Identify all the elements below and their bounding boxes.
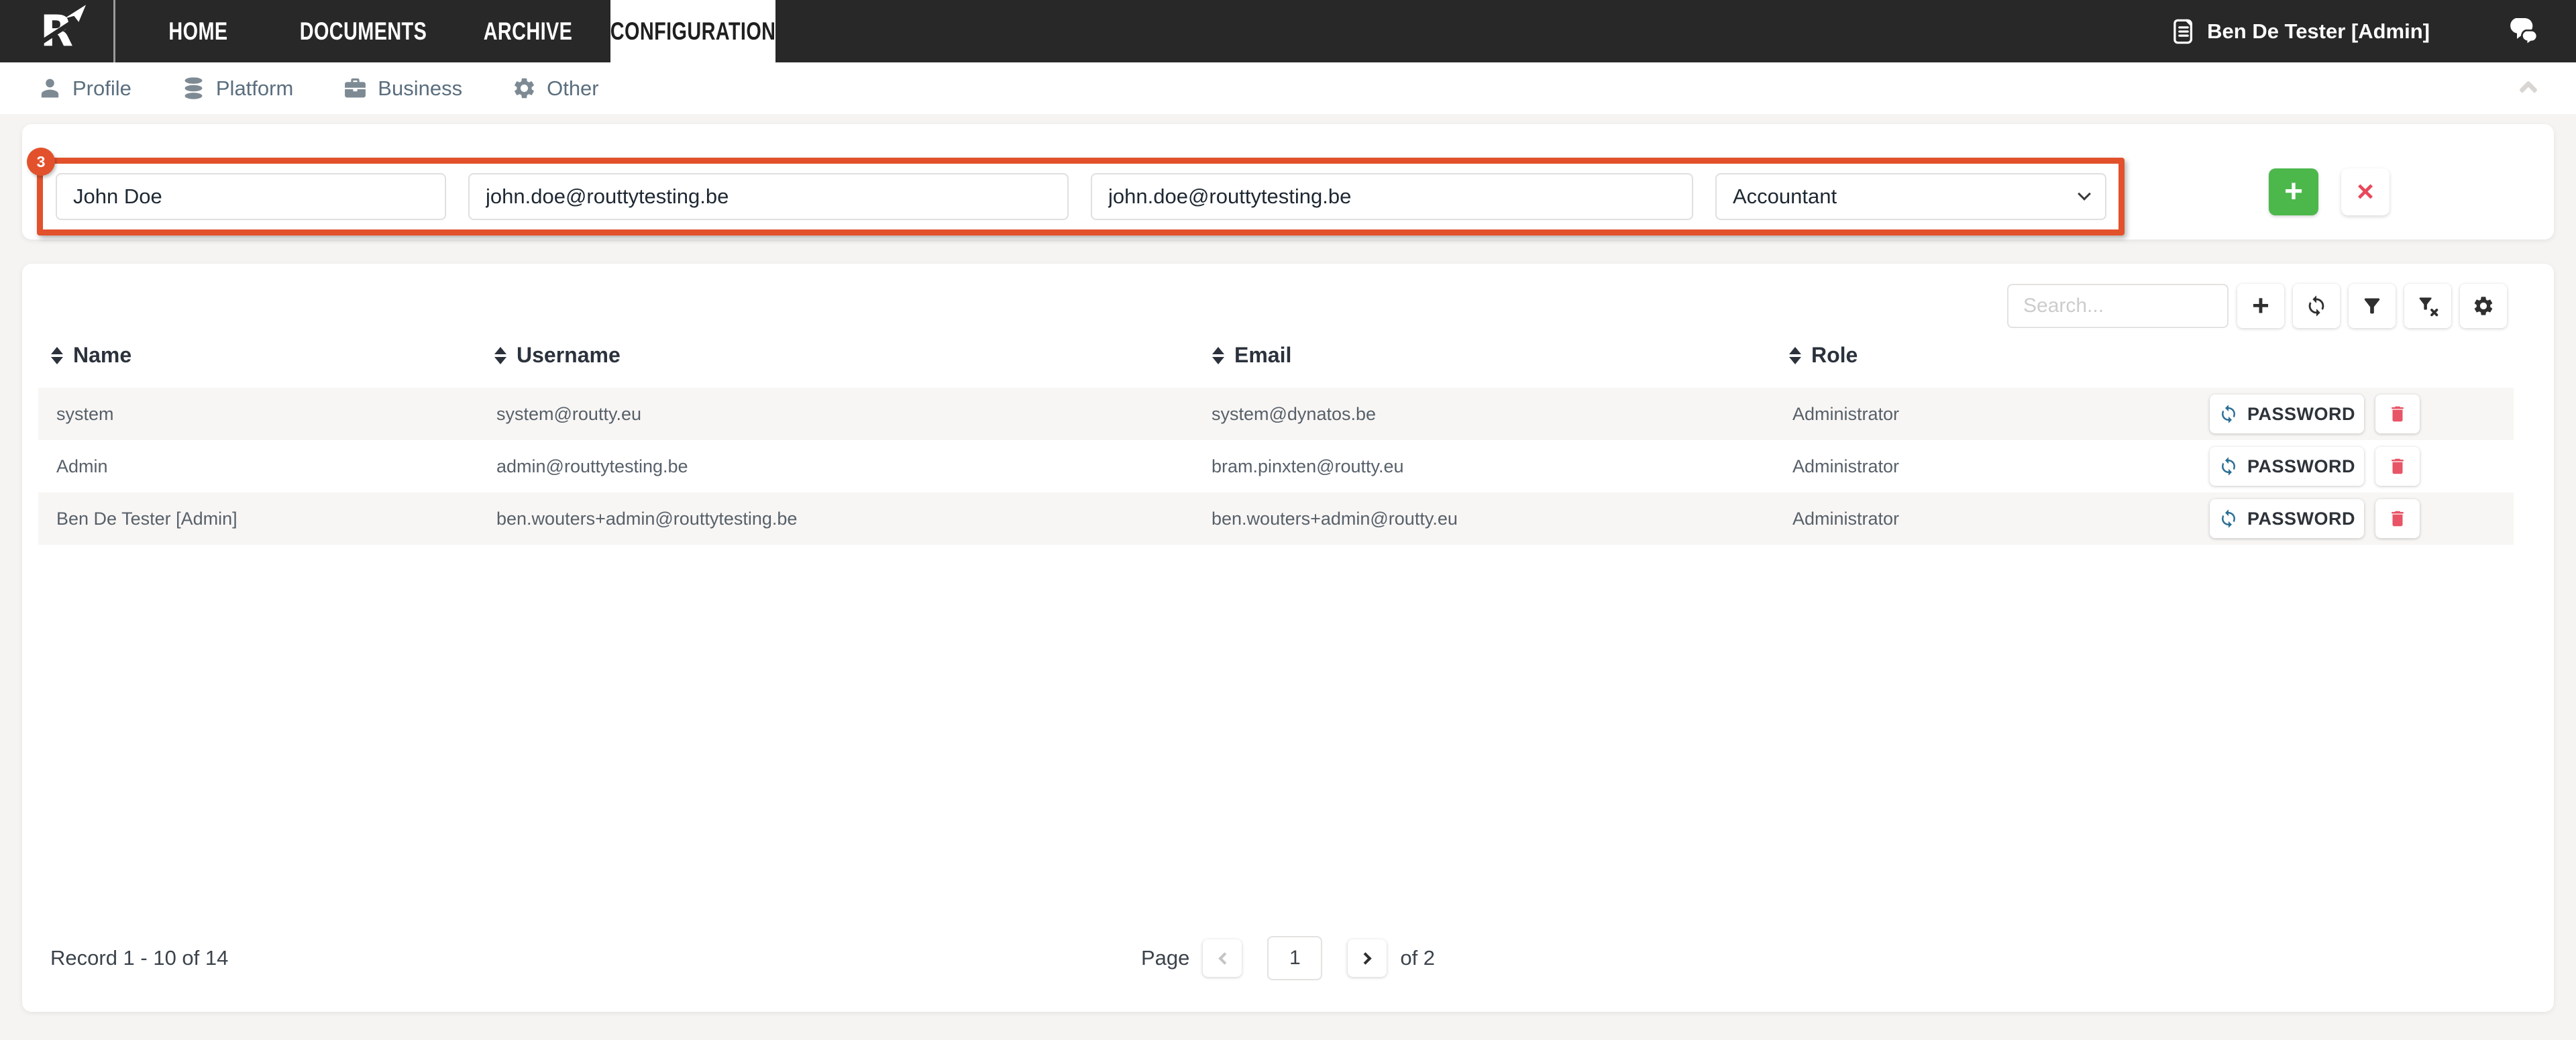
reset-password-button[interactable]: PASSWORD	[2210, 395, 2364, 433]
page-of-text: of 2	[1400, 946, 1436, 970]
annotation-rectangle: 3 Accountant	[27, 148, 2125, 236]
briefcase-icon	[345, 78, 366, 98]
person-icon	[41, 79, 59, 98]
cancel-button[interactable]: ×	[2341, 168, 2390, 215]
subnav-item-platform[interactable]: Platform	[181, 76, 293, 101]
cell-username: admin@routtytesting.be	[496, 456, 688, 476]
chevron-right-icon	[1359, 951, 1372, 965]
refresh-button[interactable]	[2293, 284, 2340, 328]
new-user-email-input[interactable]	[1091, 173, 1693, 220]
refresh-icon	[2221, 405, 2235, 423]
current-user-name[interactable]: Ben De Tester [Admin]	[2207, 19, 2430, 44]
cell-name: system	[56, 404, 114, 424]
filter-remove-icon	[2419, 297, 2438, 317]
database-icon	[184, 77, 203, 99]
new-user-username-input[interactable]	[468, 173, 1069, 220]
tab-home[interactable]: HOME	[115, 0, 280, 62]
cell-role: Administrator	[1792, 509, 1900, 529]
table-toolbar: +	[2007, 284, 2507, 328]
trash-icon	[2392, 511, 2404, 527]
table-row[interactable]: Ben De Tester [Admin] ben.wouters+admin@…	[38, 492, 2514, 545]
page-label: Page	[1140, 946, 1190, 970]
column-header-username[interactable]: Username	[494, 343, 621, 368]
new-user-name-input[interactable]	[56, 173, 446, 220]
config-subnav: Profile Platform Business Other	[0, 62, 2576, 114]
tab-documents[interactable]: DOCUMENTS	[280, 0, 445, 62]
clear-filter-button[interactable]	[2404, 284, 2451, 328]
cell-name: Admin	[56, 456, 108, 476]
cell-email: system@dynatos.be	[1212, 404, 1377, 424]
paper-plane-icon	[64, 4, 86, 22]
refresh-icon	[2308, 295, 2324, 317]
column-header-email[interactable]: Email	[1212, 343, 1291, 368]
trash-icon	[2392, 458, 2404, 474]
add-user-button[interactable]: +	[2269, 168, 2318, 215]
column-header-role[interactable]: Role	[1789, 343, 1858, 368]
password-button-label: PASSWORD	[2247, 403, 2355, 424]
cell-username: ben.wouters+admin@routtytesting.be	[496, 509, 798, 529]
reset-password-button[interactable]: PASSWORD	[2210, 499, 2364, 538]
filter-icon	[2364, 298, 2380, 314]
subnav-item-business[interactable]: Business	[343, 76, 462, 101]
cell-name: Ben De Tester [Admin]	[56, 509, 237, 529]
chevron-up-icon	[2518, 80, 2538, 100]
top-navbar: R HOME DOCUMENTS ARCHIVE CONFIGURATION B…	[0, 0, 2576, 62]
cell-email: bram.pinxten@routty.eu	[1212, 456, 1404, 476]
tab-configuration[interactable]: CONFIGURATION	[610, 0, 775, 62]
table-header: Name Username Email Role	[38, 343, 2514, 386]
reset-password-button[interactable]: PASSWORD	[2210, 447, 2364, 486]
plus-icon: +	[2252, 289, 2269, 322]
main-nav-tabs: HOME DOCUMENTS ARCHIVE CONFIGURATION	[115, 0, 775, 62]
sort-icon	[1789, 346, 1801, 364]
tab-archive[interactable]: ARCHIVE	[445, 0, 610, 62]
password-button-label: PASSWORD	[2247, 456, 2355, 476]
table-row[interactable]: Admin admin@routtytesting.be bram.pinxte…	[38, 440, 2514, 492]
previous-page-button[interactable]	[1203, 939, 1242, 977]
subnav-item-profile[interactable]: Profile	[38, 76, 131, 101]
table-row[interactable]: system system@routty.eu system@dynatos.b…	[38, 388, 2514, 440]
add-row-button[interactable]: +	[2237, 284, 2284, 328]
page-number-input[interactable]	[1267, 936, 1323, 980]
navbar-right: Ben De Tester [Admin]	[2169, 0, 2576, 62]
chat-icon[interactable]	[2507, 17, 2540, 46]
users-table-card: + Name	[22, 264, 2554, 1012]
column-header-name[interactable]: Name	[51, 343, 131, 368]
new-user-form-card: 3 Accountant + ×	[22, 124, 2554, 240]
gear-icon	[515, 78, 534, 99]
sort-icon	[1212, 346, 1224, 364]
cell-role: Administrator	[1792, 456, 1900, 476]
filter-button[interactable]	[2349, 284, 2396, 328]
cell-username: system@routty.eu	[496, 404, 641, 424]
annotation-step-badge: 3	[27, 148, 55, 176]
routty-logo-icon: R	[26, 4, 86, 54]
gear-icon	[2474, 297, 2493, 315]
refresh-icon	[2221, 457, 2235, 476]
subnav-item-other[interactable]: Other	[512, 76, 599, 101]
sort-icon	[494, 346, 506, 364]
cell-email: ben.wouters+admin@routty.eu	[1212, 509, 1458, 529]
sort-icon	[51, 346, 63, 364]
password-button-label: PASSWORD	[2247, 508, 2355, 529]
search-input[interactable]	[2007, 284, 2229, 328]
chevron-left-icon	[1218, 951, 1231, 965]
cell-role: Administrator	[1792, 404, 1900, 424]
delete-user-button[interactable]	[2375, 499, 2420, 538]
delete-user-button[interactable]	[2375, 395, 2420, 433]
trash-icon	[2392, 406, 2404, 422]
delete-user-button[interactable]	[2375, 447, 2420, 486]
table-settings-button[interactable]	[2460, 284, 2507, 328]
refresh-icon	[2221, 509, 2235, 528]
record-count-text: Record 1 - 10 of 14	[50, 946, 229, 970]
chevron-down-icon	[2078, 187, 2091, 201]
role-select-value: Accountant	[1733, 185, 1837, 208]
document-icon[interactable]	[2169, 17, 2198, 46]
role-select[interactable]: Accountant	[1715, 173, 2106, 220]
next-page-button[interactable]	[1348, 939, 1387, 977]
table-rows: system system@routty.eu system@dynatos.b…	[38, 388, 2514, 545]
collapse-subnav-button[interactable]	[2518, 79, 2538, 100]
brand-logo[interactable]: R	[0, 0, 115, 62]
pagination: Page of 2	[1141, 935, 1435, 982]
